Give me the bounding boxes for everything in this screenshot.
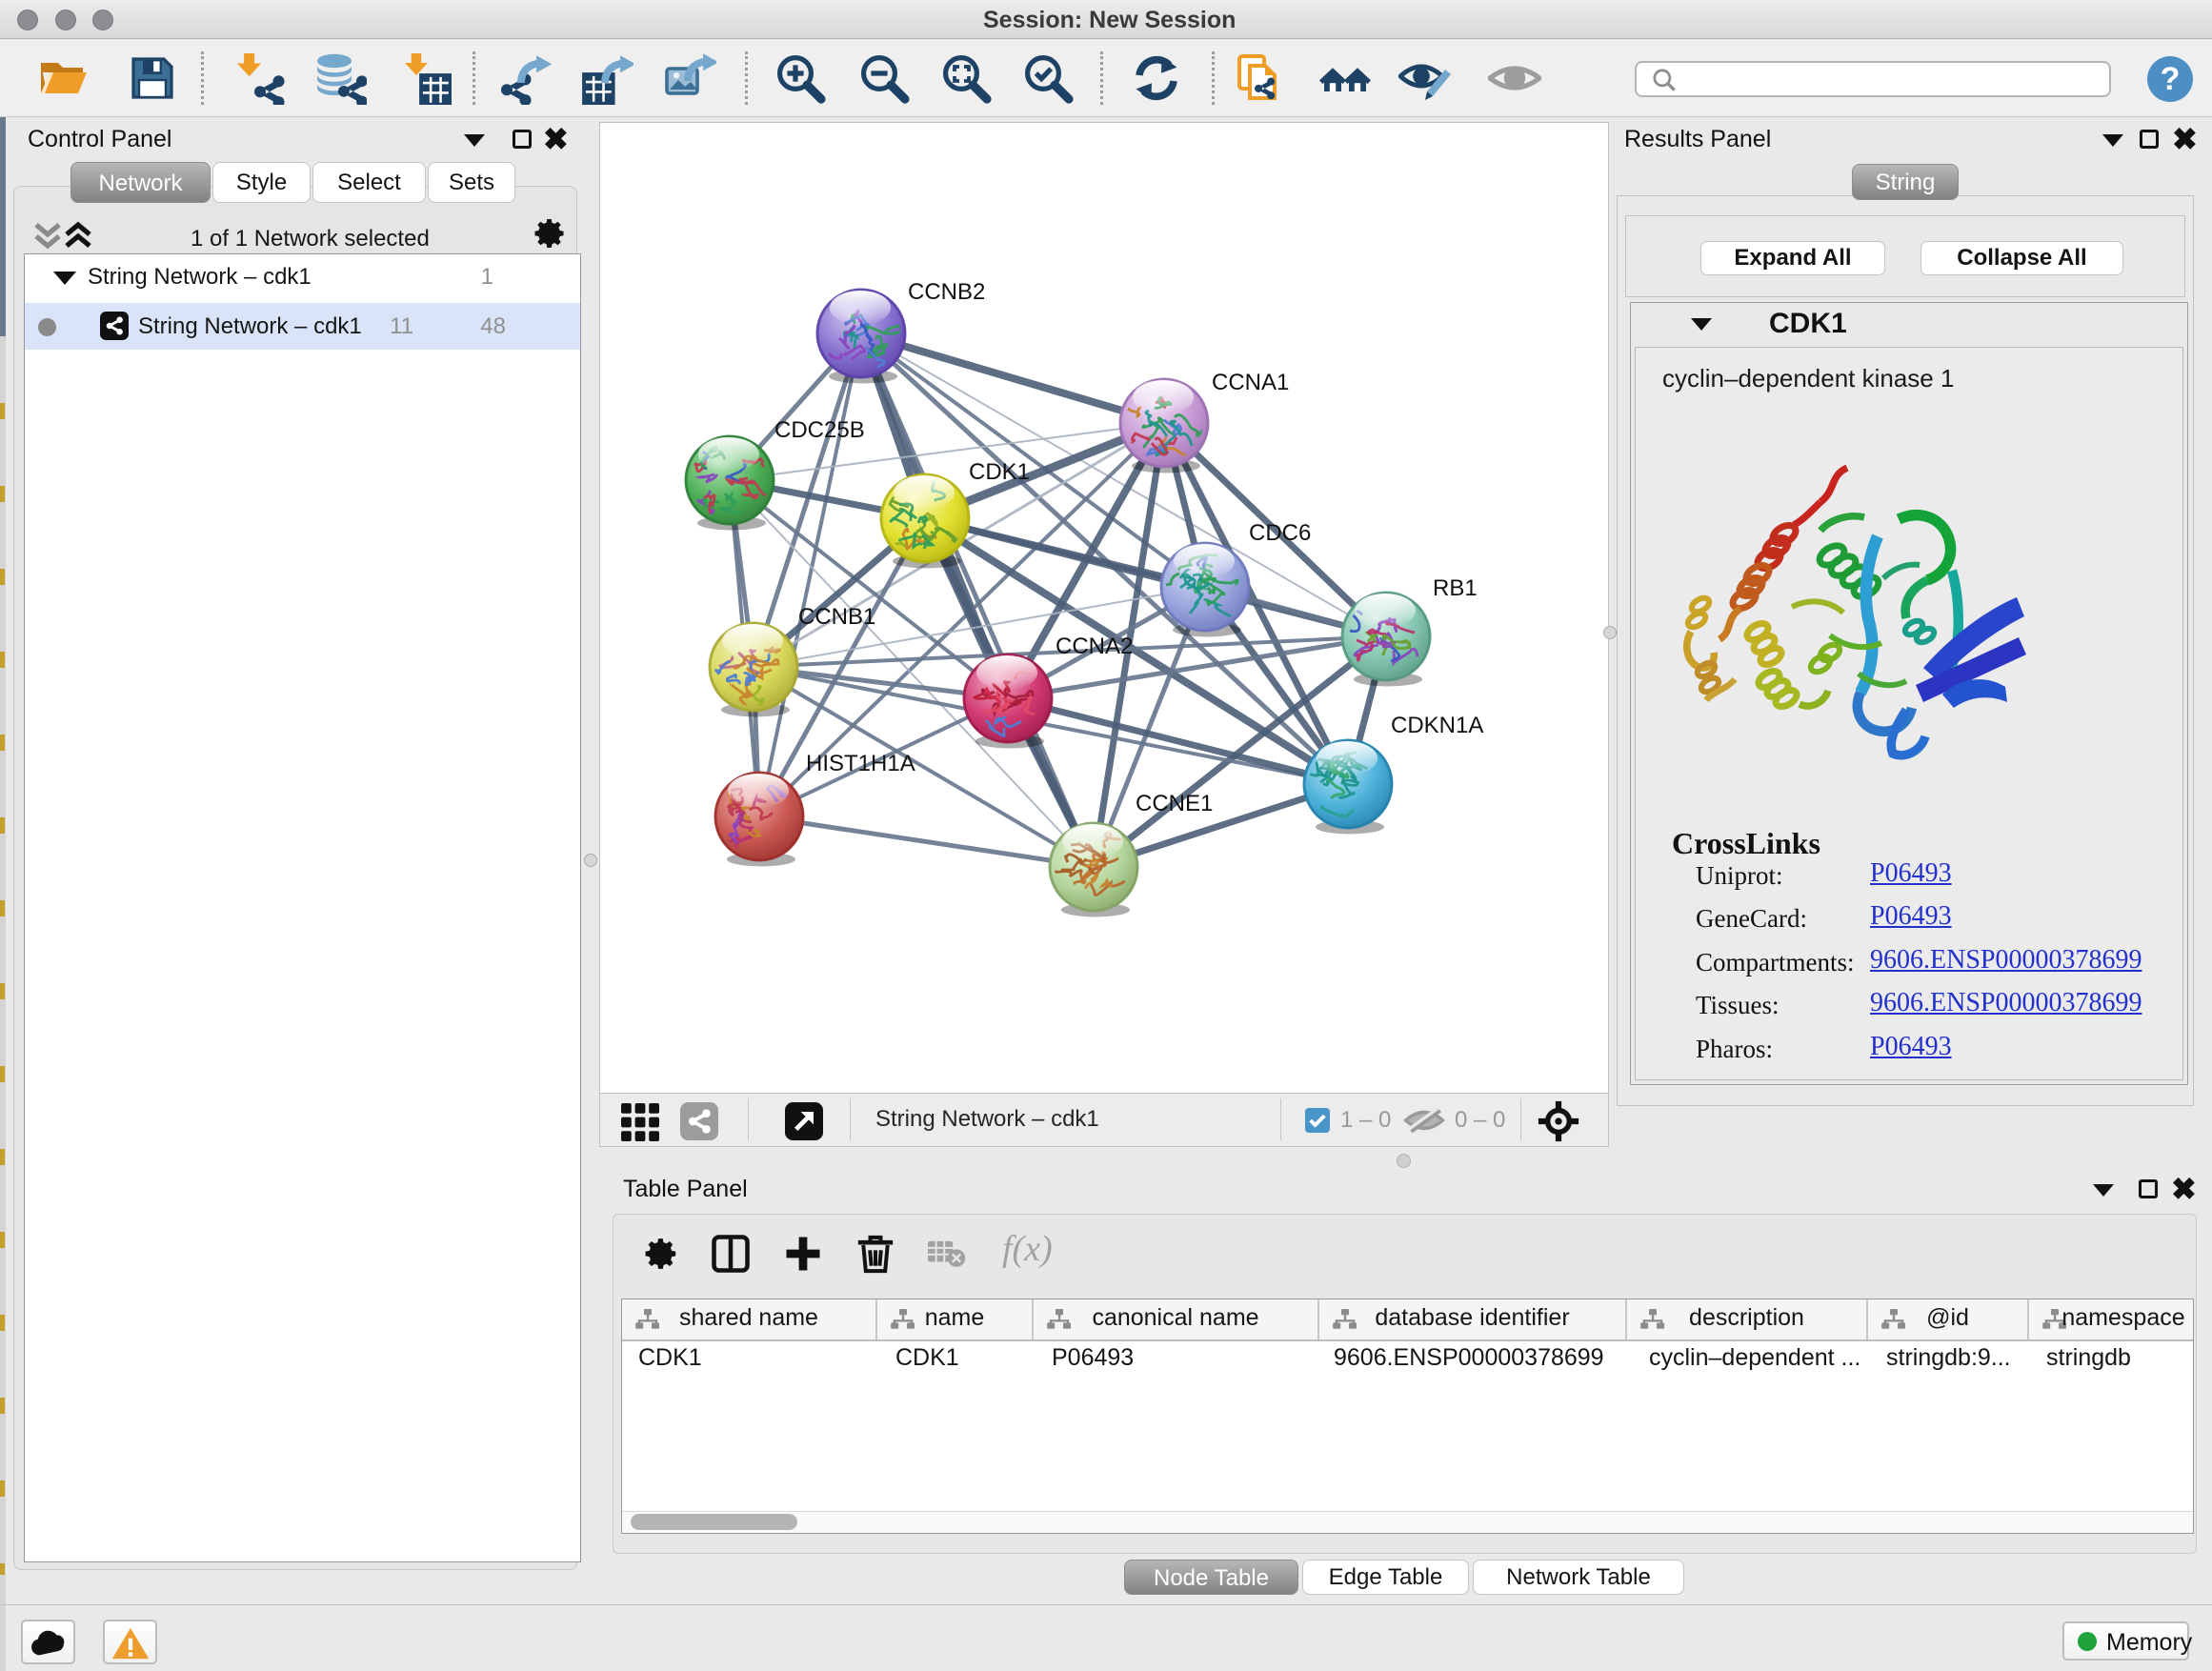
svg-text:CDC6: CDC6 xyxy=(1249,520,1311,546)
svg-text:RB1: RB1 xyxy=(1433,575,1478,601)
svg-text:CDC25B: CDC25B xyxy=(774,417,865,443)
svg-text:CDK1: CDK1 xyxy=(969,459,1030,485)
svg-text:CCNB1: CCNB1 xyxy=(798,604,875,630)
svg-text:HIST1H1A: HIST1H1A xyxy=(806,751,915,776)
svg-text:CCNA1: CCNA1 xyxy=(1212,370,1289,395)
svg-text:CDKN1A: CDKN1A xyxy=(1391,713,1483,738)
svg-text:CCNB2: CCNB2 xyxy=(908,279,985,305)
svg-text:CCNA2: CCNA2 xyxy=(1056,634,1133,659)
svg-text:CCNE1: CCNE1 xyxy=(1136,791,1213,816)
